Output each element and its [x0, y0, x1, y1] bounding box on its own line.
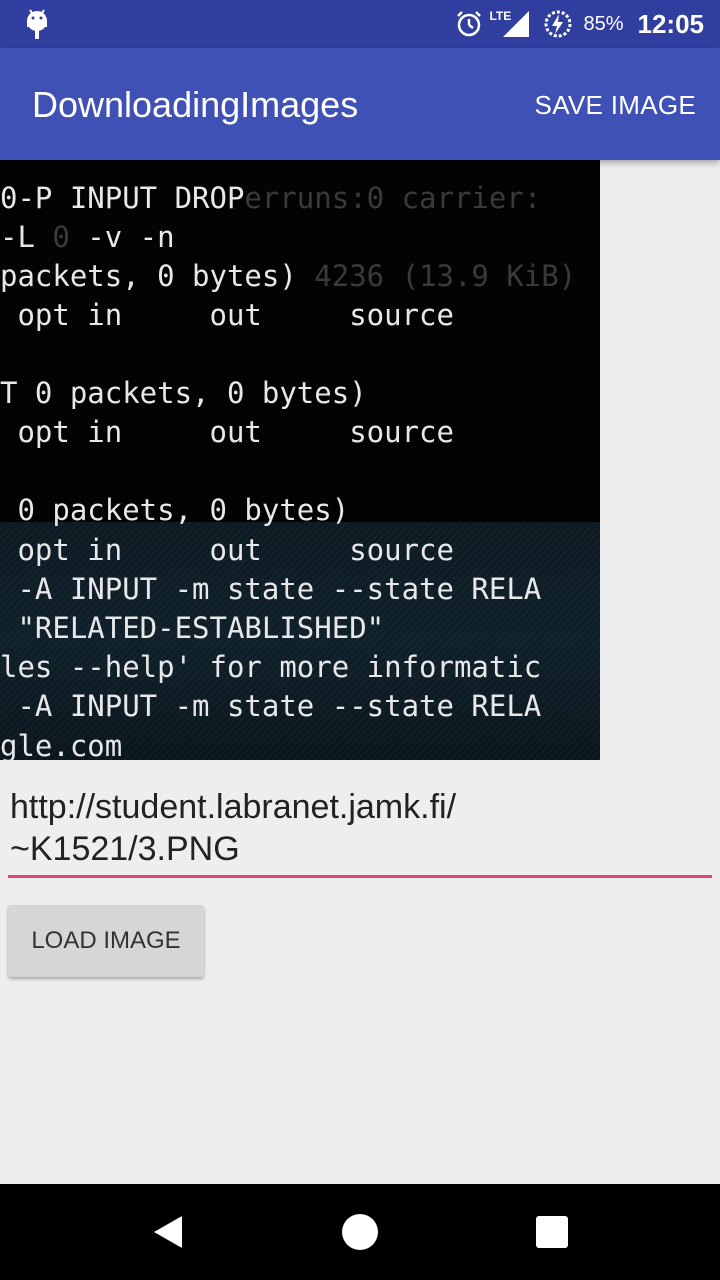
terminal-line: opt in out source	[0, 298, 454, 332]
terminal-line: "RELATED-ESTABLISHED"	[0, 611, 385, 645]
url-line-1: http://student.labranet.jamk.fi/	[10, 788, 457, 826]
terminal-line: les --help' for more informatic	[0, 650, 542, 684]
terminal-line: -A INPUT -m state --state RELA	[0, 689, 542, 723]
alarm-icon	[455, 10, 483, 38]
status-bar: LTE 85% 12:05	[0, 0, 720, 48]
back-button[interactable]	[108, 1184, 228, 1280]
home-icon	[342, 1214, 378, 1250]
lte-signal-icon: LTE	[489, 9, 531, 39]
terminal-line: packets, 0 bytes)	[0, 259, 297, 293]
terminal-line: opt in out source	[0, 415, 454, 449]
terminal-line: gle.com	[0, 729, 123, 761]
clock: 12:05	[637, 8, 705, 39]
url-input[interactable]: http://student.labranet.jamk.fi/ ~K1521/…	[8, 786, 712, 878]
terminal-line: T 0 packets, 0 bytes)	[0, 376, 367, 410]
battery-percent: 85%	[583, 12, 624, 35]
recents-button[interactable]	[492, 1184, 612, 1280]
app-title: DownloadingImages	[32, 84, 359, 125]
home-button[interactable]	[300, 1184, 420, 1280]
back-icon	[154, 1216, 182, 1248]
downloaded-image: erruns:0 carrier: 0-P INPUT DROP 0 -L -v -…	[0, 160, 600, 760]
terminal-line: opt in out source	[0, 533, 454, 567]
url-line-2: ~K1521/3.PNG	[10, 830, 240, 868]
app-bar: DownloadingImages SAVE IMAGE	[0, 48, 720, 160]
network-label: LTE	[489, 9, 512, 23]
android-debug-icon	[27, 9, 47, 39]
terminal-line: -A INPUT -m state --state RELA	[0, 572, 542, 606]
battery-charging-icon	[543, 9, 573, 39]
recents-icon	[536, 1216, 568, 1248]
terminal-line: 0-P INPUT DROP	[0, 181, 245, 215]
terminal-line: 0 packets, 0 bytes)	[0, 493, 350, 527]
load-image-button[interactable]: LOAD IMAGE	[8, 905, 204, 977]
terminal-line: -L -v -n	[0, 220, 175, 254]
save-image-button[interactable]: SAVE IMAGE	[535, 90, 696, 121]
navigation-bar	[0, 1184, 720, 1280]
